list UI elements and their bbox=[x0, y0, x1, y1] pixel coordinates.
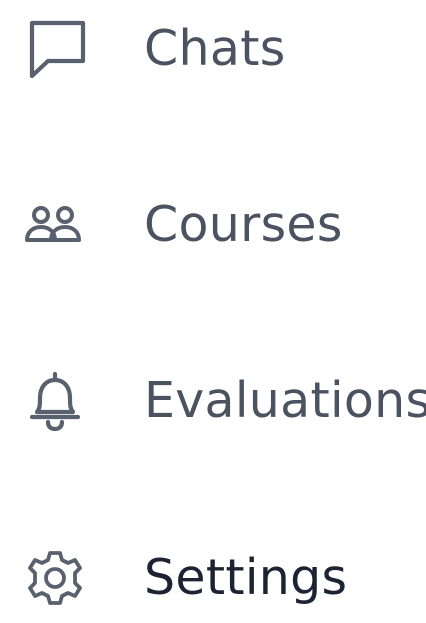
sidebar-item-label: Courses bbox=[144, 196, 343, 253]
sidebar-item-label: Chats bbox=[144, 20, 286, 77]
sidebar-item-courses[interactable]: Courses bbox=[0, 180, 426, 270]
sidebar-item-chats[interactable]: Chats bbox=[0, 4, 426, 94]
sidebar-item-label: Evaluations bbox=[144, 372, 426, 429]
sidebar-nav: Chats Courses Evaluations Settings bbox=[0, 0, 426, 612]
bell-icon bbox=[24, 370, 86, 432]
sidebar-item-evaluations[interactable]: Evaluations bbox=[0, 356, 426, 446]
users-group-icon bbox=[24, 194, 86, 256]
gear-icon bbox=[24, 547, 86, 609]
sidebar-item-label: Settings bbox=[144, 549, 348, 606]
sidebar-item-settings[interactable]: Settings bbox=[0, 533, 426, 623]
chat-bubble-icon bbox=[24, 18, 86, 80]
